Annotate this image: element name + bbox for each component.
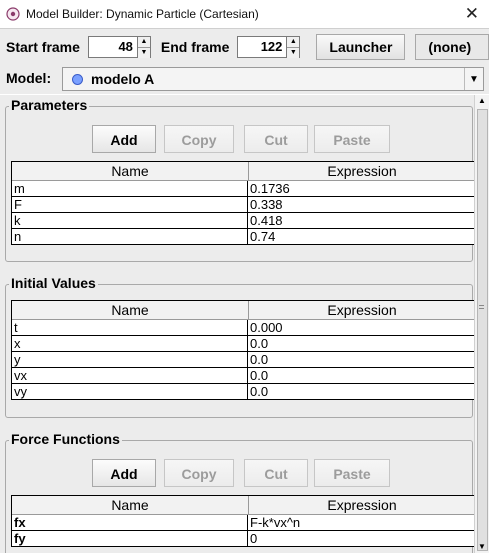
- table-row[interactable]: y 0.0: [12, 352, 475, 368]
- window-title: Model Builder: Dynamic Particle (Cartesi…: [26, 7, 259, 21]
- table-row[interactable]: k 0.418: [12, 213, 475, 229]
- cell-name[interactable]: t: [12, 320, 248, 335]
- spinner-up-icon[interactable]: ▲: [137, 36, 150, 47]
- cell-name[interactable]: m: [12, 181, 248, 196]
- table-row[interactable]: x 0.0: [12, 336, 475, 352]
- frame-toolbar: Start frame 48 ▲ ▼ End frame 122 ▲ ▼ Lau…: [0, 28, 489, 65]
- close-icon[interactable]: ✕: [465, 4, 479, 24]
- app-icon: [6, 7, 20, 21]
- parameters-title: Parameters: [9, 97, 90, 113]
- table-row[interactable]: t 0.000: [12, 320, 475, 336]
- cell-expression[interactable]: 0.418: [248, 213, 475, 228]
- scroll-up-icon[interactable]: ▲: [475, 95, 489, 107]
- model-select[interactable]: modelo A ▼: [62, 67, 484, 91]
- initial-values-panel: Initial Values Name Expression t 0.000 x…: [5, 275, 475, 418]
- initial-values-title: Initial Values: [9, 275, 98, 291]
- table-row[interactable]: fx F-k*vx^n: [12, 515, 475, 531]
- inspector-scroll-area: Parameters Add Copy Cut Paste Name Expre…: [0, 95, 475, 553]
- column-header-name[interactable]: Name: [12, 301, 249, 319]
- cell-name[interactable]: vy: [12, 384, 248, 399]
- cell-expression[interactable]: 0.0: [248, 368, 475, 383]
- cut-button[interactable]: Cut: [244, 125, 308, 153]
- grip-icon: [479, 305, 484, 306]
- cell-expression[interactable]: 0.74: [248, 229, 475, 244]
- cell-name[interactable]: fy: [12, 531, 248, 546]
- cell-name[interactable]: fx: [12, 515, 248, 530]
- table-row[interactable]: vy 0.0: [12, 384, 475, 399]
- spinner-down-icon[interactable]: ▼: [287, 46, 300, 58]
- cell-expression[interactable]: 0.0: [248, 352, 475, 367]
- end-frame-input[interactable]: 122: [237, 35, 288, 58]
- spinner-down-icon[interactable]: ▼: [137, 46, 150, 58]
- force-functions-table: Name Expression fx F-k*vx^n fy 0: [11, 495, 475, 547]
- launcher-button[interactable]: Launcher: [316, 33, 406, 60]
- force-functions-title: Force Functions: [9, 431, 122, 447]
- start-frame-input[interactable]: 48: [87, 35, 138, 58]
- cell-expression[interactable]: 0.0: [248, 336, 475, 351]
- force-functions-panel: Force Functions Add Copy Cut Paste Name …: [5, 431, 475, 553]
- cell-name[interactable]: k: [12, 213, 248, 228]
- end-frame-label: End frame: [160, 38, 230, 55]
- add-button[interactable]: Add: [92, 459, 156, 487]
- vertical-scrollbar[interactable]: ▲ ▼: [474, 95, 489, 553]
- initial-values-table: Name Expression t 0.000 x 0.0 y 0.0 vx 0…: [11, 300, 475, 400]
- model-bar: Model: modelo A ▼: [0, 64, 489, 94]
- spinner-up-icon[interactable]: ▲: [287, 36, 300, 47]
- copy-button[interactable]: Copy: [164, 459, 234, 487]
- cell-expression[interactable]: 0: [248, 531, 475, 546]
- column-header-name[interactable]: Name: [12, 496, 249, 514]
- parameters-table: Name Expression m 0.1736 F 0.338 k 0.418…: [11, 161, 475, 245]
- model-color-icon: [72, 73, 83, 85]
- end-frame-spinner[interactable]: 122 ▲ ▼: [237, 35, 301, 58]
- parameters-panel: Parameters Add Copy Cut Paste Name Expre…: [5, 97, 475, 262]
- cut-button[interactable]: Cut: [244, 459, 308, 487]
- table-row[interactable]: n 0.74: [12, 229, 475, 244]
- paste-button[interactable]: Paste: [314, 459, 390, 487]
- column-header-expression[interactable]: Expression: [249, 496, 475, 514]
- grip-icon: [479, 308, 484, 309]
- table-row[interactable]: vx 0.0: [12, 368, 475, 384]
- model-label: Model:: [6, 70, 52, 86]
- launcher-field[interactable]: (none): [415, 33, 489, 60]
- cell-name[interactable]: vx: [12, 368, 248, 383]
- table-row[interactable]: fy 0: [12, 531, 475, 546]
- copy-button[interactable]: Copy: [164, 125, 234, 153]
- cell-expression[interactable]: 0.1736: [248, 181, 475, 196]
- add-button[interactable]: Add: [92, 125, 156, 153]
- column-header-expression[interactable]: Expression: [249, 162, 475, 180]
- cell-name[interactable]: y: [12, 352, 248, 367]
- title-bar: Model Builder: Dynamic Particle (Cartesi…: [0, 0, 489, 28]
- cell-expression[interactable]: 0.000: [248, 320, 475, 335]
- cell-expression[interactable]: F-k*vx^n: [248, 515, 475, 530]
- cell-expression[interactable]: 0.338: [248, 197, 475, 212]
- table-row[interactable]: F 0.338: [12, 197, 475, 213]
- start-frame-spinner[interactable]: 48 ▲ ▼: [87, 35, 151, 58]
- cell-name[interactable]: F: [12, 197, 248, 212]
- chevron-down-icon[interactable]: ▼: [464, 68, 483, 90]
- cell-name[interactable]: n: [12, 229, 248, 244]
- model-name: modelo A: [91, 71, 155, 87]
- table-row[interactable]: m 0.1736: [12, 181, 475, 197]
- start-frame-label: Start frame: [6, 38, 80, 55]
- cell-name[interactable]: x: [12, 336, 248, 351]
- scrollbar-thumb[interactable]: [477, 109, 488, 551]
- cell-expression[interactable]: 0.0: [248, 384, 475, 399]
- scroll-down-icon[interactable]: ▼: [475, 541, 489, 553]
- column-header-expression[interactable]: Expression: [249, 301, 475, 319]
- column-header-name[interactable]: Name: [12, 162, 249, 180]
- paste-button[interactable]: Paste: [314, 125, 390, 153]
